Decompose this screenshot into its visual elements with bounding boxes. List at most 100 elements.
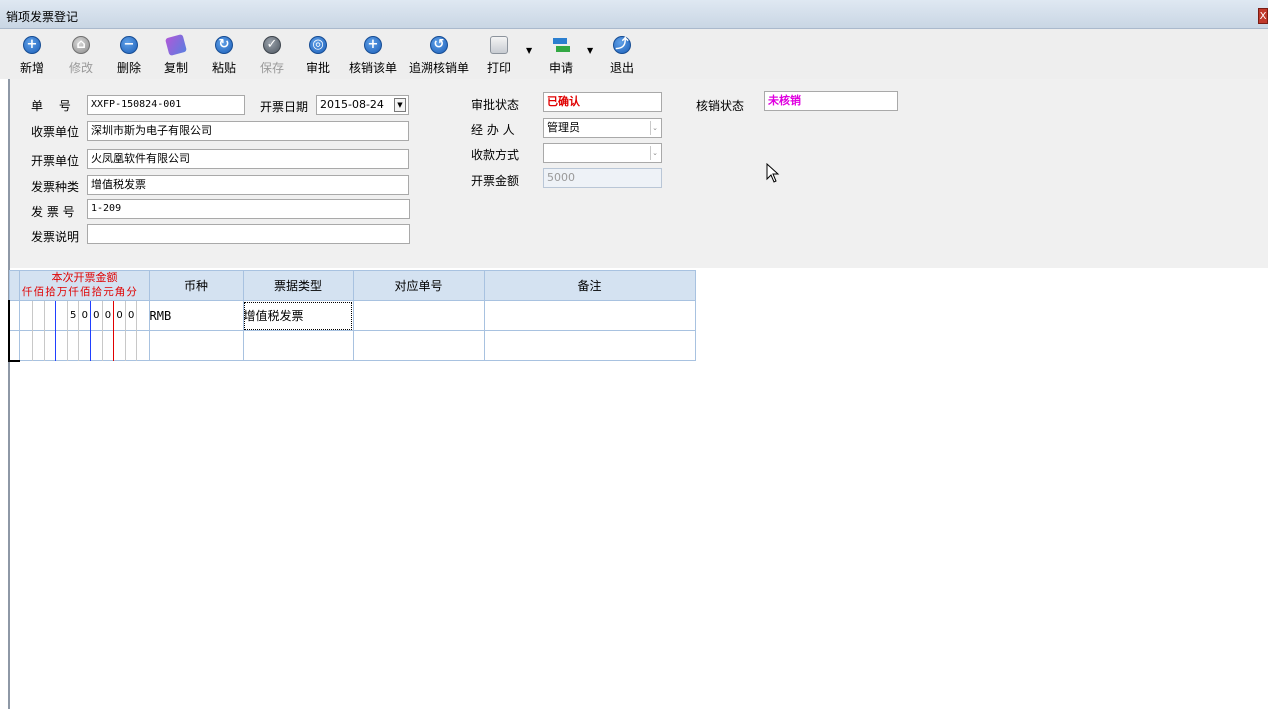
unit-label: 角 bbox=[114, 286, 126, 298]
issuing-unit-field[interactable]: 火凤凰软件有限公司 bbox=[87, 149, 409, 169]
table-row[interactable] bbox=[8, 330, 696, 362]
title-bar: 销项发票登记 X bbox=[0, 0, 1268, 29]
invoice-type-field[interactable]: 增值税发票 bbox=[87, 175, 409, 195]
paste-button[interactable]: ↻ 粘贴 bbox=[212, 36, 236, 76]
add-button-label: 新增 bbox=[20, 61, 45, 75]
handler-select[interactable]: 管理员 ⌄ bbox=[543, 118, 662, 138]
copy-button[interactable]: 复制 bbox=[164, 33, 188, 76]
writeoff-button-label: 核销该单 bbox=[349, 61, 398, 75]
save-button[interactable]: ✓ 保存 bbox=[260, 36, 284, 76]
currency-column-header[interactable]: 币种 bbox=[148, 270, 244, 301]
paste-circle-icon: ↻ bbox=[215, 36, 233, 54]
select-arrow-icon[interactable]: ⌄ bbox=[650, 146, 659, 160]
invoice-lines-grid: 本次开票金额 仟 佰 拾 万 仟 佰 拾 元 角 分 币种 票据类型 对应单号 … bbox=[8, 270, 696, 362]
doc-type-cell[interactable] bbox=[242, 330, 354, 361]
mouse-cursor-icon bbox=[766, 163, 780, 183]
handler-value: 管理员 bbox=[547, 121, 580, 134]
unit-label: 佰 bbox=[33, 286, 45, 298]
amount-column-header[interactable]: 本次开票金额 仟 佰 拾 万 仟 佰 拾 元 角 分 bbox=[18, 270, 150, 301]
invoice-date-value: 2015-08-24 bbox=[320, 98, 384, 111]
edit-button[interactable]: ⌂ 修改 bbox=[69, 36, 93, 76]
writeoff-button[interactable]: + 核销该单 bbox=[349, 36, 397, 76]
digit-cell bbox=[33, 331, 45, 361]
payment-method-select[interactable]: ⌄ bbox=[543, 143, 662, 163]
invoice-amount-label: 开票金额 bbox=[471, 174, 520, 188]
trace-writeoff-button-label: 追溯核销单 bbox=[409, 61, 470, 75]
amount-header-title: 本次开票金额 bbox=[51, 271, 118, 284]
print-button[interactable]: 打印 bbox=[487, 36, 511, 76]
writeoff-status-field: 未核销 bbox=[764, 91, 898, 111]
doc-type-cell[interactable]: 增值税发票 bbox=[242, 300, 354, 331]
unit-label: 仟 bbox=[22, 286, 33, 298]
ref-no-cell[interactable] bbox=[352, 300, 485, 331]
digit-cell: 0 bbox=[91, 301, 103, 331]
receiving-unit-field[interactable]: 深圳市斯为电子有限公司 bbox=[87, 121, 409, 141]
remark-cell[interactable] bbox=[483, 300, 696, 331]
digit-cell bbox=[126, 331, 138, 361]
digit-cell bbox=[79, 331, 92, 361]
remark-cell[interactable] bbox=[483, 330, 696, 361]
table-row[interactable]: 5 0 0 0 0 0 RMB 增值税发票 bbox=[8, 300, 696, 331]
trace-writeoff-button[interactable]: ↺ 追溯核销单 bbox=[409, 36, 469, 76]
exit-button[interactable]: ⤴ 退出 bbox=[610, 36, 634, 76]
digit-cell bbox=[33, 301, 45, 331]
row-selector[interactable] bbox=[8, 300, 20, 331]
invoice-no-label: 发 票 号 bbox=[31, 205, 75, 219]
currency-cell[interactable] bbox=[148, 330, 244, 361]
handler-label: 经 办 人 bbox=[471, 123, 515, 137]
invoice-date-label: 开票日期 bbox=[260, 100, 309, 114]
apply-button[interactable]: 申请 bbox=[549, 36, 573, 76]
digit-cell bbox=[56, 301, 68, 331]
chevron-down-icon[interactable]: ▼ bbox=[394, 98, 406, 112]
doc-type-column-header[interactable]: 票据类型 bbox=[242, 270, 354, 301]
payment-method-label: 收款方式 bbox=[471, 148, 520, 162]
receiving-unit-label: 收票单位 bbox=[31, 125, 80, 139]
amount-cell[interactable]: 5 0 0 0 0 0 bbox=[18, 300, 150, 331]
invoice-note-label: 发票说明 bbox=[31, 230, 80, 244]
exit-circle-icon: ⤴ bbox=[613, 36, 631, 54]
ref-no-cell[interactable] bbox=[352, 330, 485, 361]
apply-dropdown-icon[interactable]: ▼ bbox=[587, 46, 593, 55]
bill-no-label: 单 号 bbox=[31, 99, 71, 113]
delete-button[interactable]: − 删除 bbox=[117, 36, 141, 76]
unit-label: 仟 bbox=[68, 286, 79, 298]
select-arrow-icon[interactable]: ⌄ bbox=[650, 121, 659, 135]
print-dropdown-icon[interactable]: ▼ bbox=[526, 46, 532, 55]
amount-cell[interactable] bbox=[18, 330, 150, 361]
unit-label: 分 bbox=[126, 286, 137, 298]
invoice-date-field[interactable]: 2015-08-24 ▼ bbox=[316, 95, 409, 115]
unit-label: 佰 bbox=[80, 286, 91, 298]
edit-button-label: 修改 bbox=[69, 61, 94, 75]
digit-cell bbox=[22, 331, 34, 361]
minus-circle-icon: − bbox=[120, 36, 138, 54]
close-icon[interactable]: X bbox=[1258, 8, 1268, 24]
exit-button-label: 退出 bbox=[610, 61, 635, 75]
approve-button[interactable]: ◎ 审批 bbox=[306, 36, 330, 76]
digit-cell bbox=[22, 301, 34, 331]
digit-cell bbox=[68, 331, 80, 361]
amount-header-content: 本次开票金额 仟 佰 拾 万 仟 佰 拾 元 角 分 bbox=[20, 271, 150, 301]
left-frame-edge bbox=[0, 79, 10, 709]
digit-cell: 0 bbox=[114, 301, 126, 331]
unit-label: 元 bbox=[103, 286, 114, 298]
currency-cell[interactable]: RMB bbox=[148, 300, 244, 331]
invoice-note-field[interactable] bbox=[87, 224, 410, 244]
print-button-label: 打印 bbox=[487, 61, 512, 75]
paste-button-label: 粘贴 bbox=[212, 61, 237, 75]
row-selector[interactable] bbox=[8, 330, 20, 362]
approve-circle-icon: ◎ bbox=[309, 36, 327, 54]
ref-no-column-header[interactable]: 对应单号 bbox=[352, 270, 485, 301]
toolbar: + 新增 ⌂ 修改 − 删除 复制 ↻ 粘贴 ✓ 保存 ◎ 审批 + 核销该单 … bbox=[0, 29, 1268, 79]
digit-cell: 0 bbox=[103, 301, 115, 331]
digit-cell bbox=[56, 331, 68, 361]
issuing-unit-label: 开票单位 bbox=[31, 154, 80, 168]
amount-digits: 5 0 0 0 0 0 bbox=[22, 301, 150, 331]
transfer-arrows-icon bbox=[552, 36, 570, 54]
invoice-amount-field: 5000 bbox=[543, 168, 662, 188]
remark-column-header[interactable]: 备注 bbox=[483, 270, 696, 301]
add-button[interactable]: + 新增 bbox=[20, 36, 44, 76]
plus-circle-icon: + bbox=[23, 36, 41, 54]
apply-button-label: 申请 bbox=[549, 61, 574, 75]
invoice-no-field[interactable]: 1-209 bbox=[87, 199, 410, 219]
bill-no-field[interactable]: XXFP-150824-001 bbox=[87, 95, 245, 115]
